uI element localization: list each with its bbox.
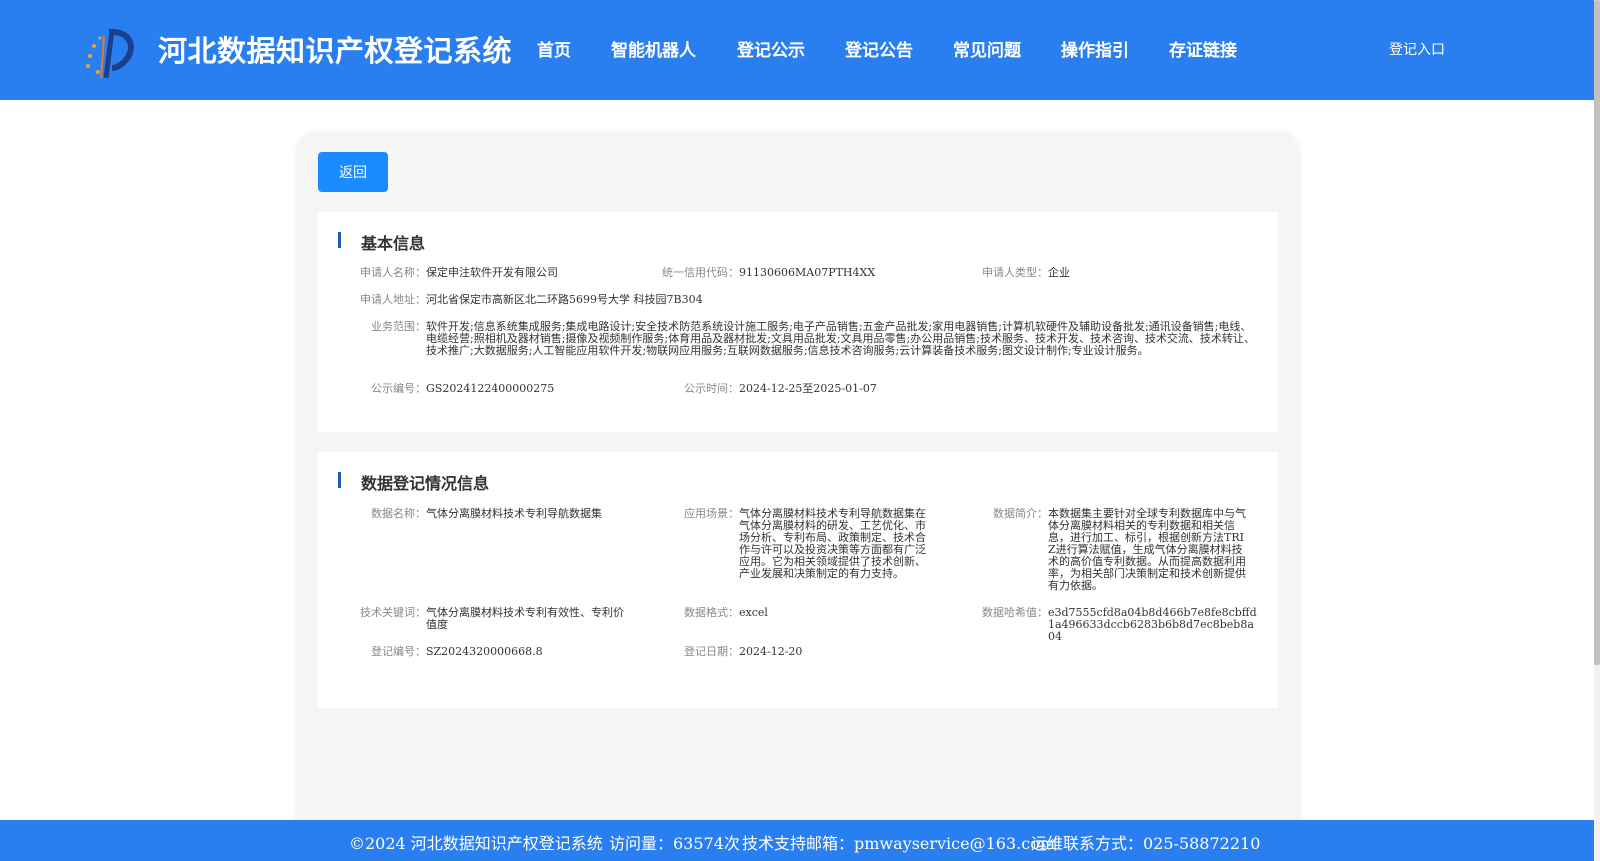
credit-code-value: 91130606MA07PTH4XX: [739, 266, 876, 279]
data-registration-card: 数据登记情况信息 数据名称： 气体分离膜材料技术专利导航数据集 应用场景： 气体…: [318, 452, 1278, 708]
footer-visit-count: 访问量：63574次: [609, 834, 740, 853]
nav-operation-guide[interactable]: 操作指引: [1061, 36, 1129, 61]
applicant-name-value: 保定申注软件开发有限公司: [426, 266, 558, 279]
registration-number-value: SZ2024320000668.8: [426, 645, 543, 658]
data-intro-value: 本数据集主要针对全球专利数据库中与气体分离膜材料相关的专利数据和相关信息，进行加…: [1048, 507, 1246, 592]
nav-smart-robot[interactable]: 智能机器人: [611, 36, 696, 61]
footer-support-email: 技术支持邮箱：pmwayservice@163.com: [742, 834, 1055, 853]
basic-info-card: 基本信息 申请人名称： 保定申注软件开发有限公司 统一信用代码： 9113060…: [318, 212, 1278, 432]
title-accent-bar: [338, 472, 341, 488]
page-scrollbar[interactable]: [1594, 0, 1600, 861]
applicant-type-value: 企业: [1048, 266, 1070, 279]
data-hash-value: e3d7555cfd8a04b8d466b7e8fe8cbffd1a496633…: [1048, 606, 1257, 643]
nav-registration-announcement[interactable]: 登记公告: [845, 36, 913, 61]
registration-date-value: 2024-12-20: [739, 645, 803, 658]
nav-registration-publicity[interactable]: 登记公示: [737, 36, 805, 61]
notice-time-value: 2024-12-25至2025-01-07: [739, 382, 877, 395]
address-value: 河北省保定市高新区北二环路5699号大学 科技园7B304: [426, 293, 703, 306]
nav-faq[interactable]: 常见问题: [953, 36, 1021, 61]
footer-ops-phone: 运维联系方式：025-58872210: [1031, 834, 1261, 853]
notice-number-value: GS2024122400000275: [426, 382, 555, 395]
site-title: 河北数据知识产权登记系统: [158, 34, 513, 68]
login-entry-link[interactable]: 登记入口: [1389, 39, 1445, 59]
business-scope-value: 软件开发;信息系统集成服务;集成电路设计;安全技术防范系统设计施工服务;电子产品…: [426, 320, 1255, 357]
title-accent-bar: [338, 232, 341, 248]
back-button[interactable]: 返回: [318, 152, 388, 192]
footer-copyright: ©2024 河北数据知识产权登记系统: [349, 834, 603, 853]
top-header: 河北数据知识产权登记系统 首页 智能机器人 登记公示 登记公告 常见问题 操作指…: [0, 0, 1594, 100]
nav-evidence-link[interactable]: 存证链接: [1169, 36, 1237, 61]
nav-home[interactable]: 首页: [537, 36, 571, 61]
data-format-value: excel: [739, 606, 768, 619]
site-logo-icon: [86, 28, 134, 79]
scrollbar-thumb[interactable]: [1594, 0, 1600, 665]
application-scenario-value: 气体分离膜材料技术专利导航数据集在气体分离膜材料的研发、工艺优化、市场分析、专利…: [739, 507, 926, 580]
detail-panel: 返回 基本信息 申请人名称： 保定申注软件开发有限公司 统一信用代码： 9113…: [298, 132, 1298, 861]
page-footer: ©2024 河北数据知识产权登记系统 访问量：63574次 技术支持邮箱：pmw…: [0, 820, 1594, 861]
data-name-value: 气体分离膜材料技术专利导航数据集: [426, 507, 602, 520]
keywords-value: 气体分离膜材料技术专利有效性、专利价值度: [426, 606, 624, 631]
